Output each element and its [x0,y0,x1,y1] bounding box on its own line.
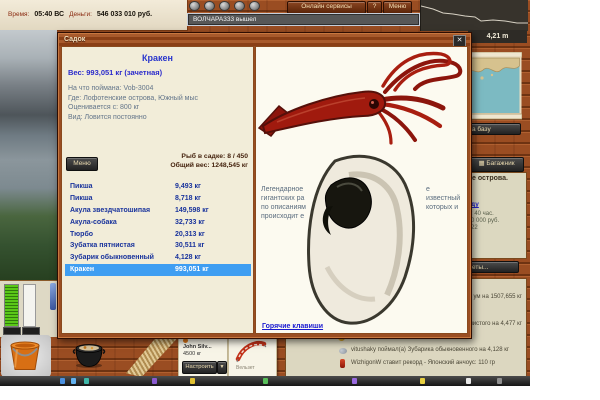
kraken-beak-illustration [297,147,427,332]
info-line: : 40 час. [471,211,494,217]
fish-row[interactable]: Пикша8,718 кг [65,193,251,205]
taskbar-icon[interactable] [263,378,268,384]
cage-count: Рыб в садке: 8 / 450 [170,152,248,161]
fish-icon [339,348,347,354]
trunk-button[interactable]: ▦ Багажник [469,157,524,172]
log-fragment: нистого на 4,477 кг [469,321,522,327]
rod-knob-icon [249,1,260,11]
cage-total-weight: Общий вес: 1248,545 кг [170,161,248,170]
cage-right-panel: Легендарное гигантских ра по описаниям п… [255,46,468,334]
depth-reading: 4,21 m [468,30,527,43]
fish-list: Пикша9,493 кг Пикша8,718 кг Акула звездч… [65,181,251,276]
counter-display [22,327,40,335]
lure-caption: Вельзет [236,365,255,371]
fish-row[interactable]: Акула-собака32,733 кг [65,217,251,229]
taskbar-icon[interactable] [466,378,471,384]
trunk-label: Багажник [486,160,514,167]
location-title: е острова. [472,175,508,182]
hotkeys-link[interactable]: Горячие клавиши [262,323,323,330]
fish-row[interactable]: Акула звездчатошипая149,598 кг [65,205,251,217]
fish-row[interactable]: Пикша9,493 кг [65,181,251,193]
os-taskbar [0,376,530,386]
rod-knob-icon [234,1,245,11]
game-window: Время: 05:40 ВС Деньги: 546 033 010 руб.… [0,0,530,386]
scenery-photo [0,30,57,280]
time-label: Время: [8,11,29,18]
lure-card[interactable]: Вельзет [228,334,277,380]
log-fragment: ум на 1507,655 кг [473,294,522,300]
status-bar: Время: 05:40 ВС Деньги: 546 033 010 руб. [0,0,188,31]
fish-row[interactable]: Зубарик обыкновенный4,128 кг [65,252,251,264]
record-bottle-icon [340,359,345,368]
tickets-button[interactable]: еты... [468,261,519,273]
taskbar-icon[interactable] [84,378,89,384]
rod-knob-icon [219,1,230,11]
sonar-graph [420,0,528,31]
lure-icon [235,338,269,364]
description-right: е известный которых и [426,185,460,212]
taskbar-icon[interactable] [71,378,76,384]
taskbar-icon[interactable] [190,378,195,384]
counter-display [3,327,21,335]
detail-line: Оценивается с: 800 кг [68,103,198,113]
detail-line: Где: Лофотенские острова, Южный мыс [68,94,198,104]
cage-left-panel: Кракен Вес: 993,051 кг (зачетная) На что… [61,46,254,334]
rod-card[interactable]: John Silv... 4500 кг Настроить ▼ [178,334,228,380]
notification-bar: ВОЛЧАРА333 вышел [187,13,420,26]
configure-button[interactable]: Настроить [182,361,217,374]
cage-menu-button[interactable]: Меню [66,157,98,171]
fish-weight: Вес: 993,051 кг (зачетная) [68,68,162,77]
rod-name: John Silv... [183,344,212,350]
log-message: WizhigonW ставит рекорд - Японский анчоу… [351,360,495,366]
money-value: 546 033 010 руб. [97,11,152,18]
to-base-button[interactable]: а базу [468,123,521,135]
knife-icon[interactable] [50,283,56,310]
location-link[interactable]: ду [471,201,479,208]
rod-knob-icon [204,1,215,11]
info-line: 0 000 руб. [471,218,499,224]
empty-bar [23,284,36,327]
detail-line: На что поймана: Vob-3004 [68,84,198,94]
taskbar-icon[interactable] [420,378,425,384]
fish-details: На что поймана: Vob-3004 Где: Лофотенски… [68,84,198,122]
fish-row[interactable]: Зубатка пятнистая30,511 кг [65,240,251,252]
taskbar-icon[interactable] [497,378,502,384]
filter-button[interactable]: ▼ [217,361,227,374]
money-label: Деньги: [69,11,92,18]
fish-name: Кракен [62,53,253,63]
trunk-icon: ▦ [478,160,484,167]
dialog-title: Садок [59,34,470,46]
cage-dialog: Садок ✕ Кракен Вес: 993,051 кг (зачетная… [57,32,472,339]
log-message: vitushaky поймал(а) Зубарика обыкновенно… [351,347,509,353]
rod-weight: 4500 кг [183,351,201,357]
bucket-icon[interactable] [5,337,45,374]
time-value: 05:40 ВС [34,11,64,18]
info-line: 22 [471,225,478,231]
cage-stats: Рыб в садке: 8 / 450 Общий вес: 1248,545… [170,152,248,170]
taskbar-icon[interactable] [352,378,357,384]
rod-knob-icon [189,1,200,11]
fish-row[interactable]: Тюрбо20,313 кг [65,229,251,241]
detail-line: Вид: Ловится постоянно [68,113,198,123]
location-info-panel: е острова. ду : 40 час. 0 000 руб. 22 [468,172,527,259]
fish-row-selected[interactable]: Кракен993,051 кг [65,264,251,276]
pot-icon[interactable] [72,338,106,369]
taskbar-icon[interactable] [60,378,65,384]
kraken-illustration [257,48,467,152]
taskbar-icon[interactable] [152,378,157,384]
minimap[interactable] [468,52,522,120]
energy-bar [4,284,19,327]
